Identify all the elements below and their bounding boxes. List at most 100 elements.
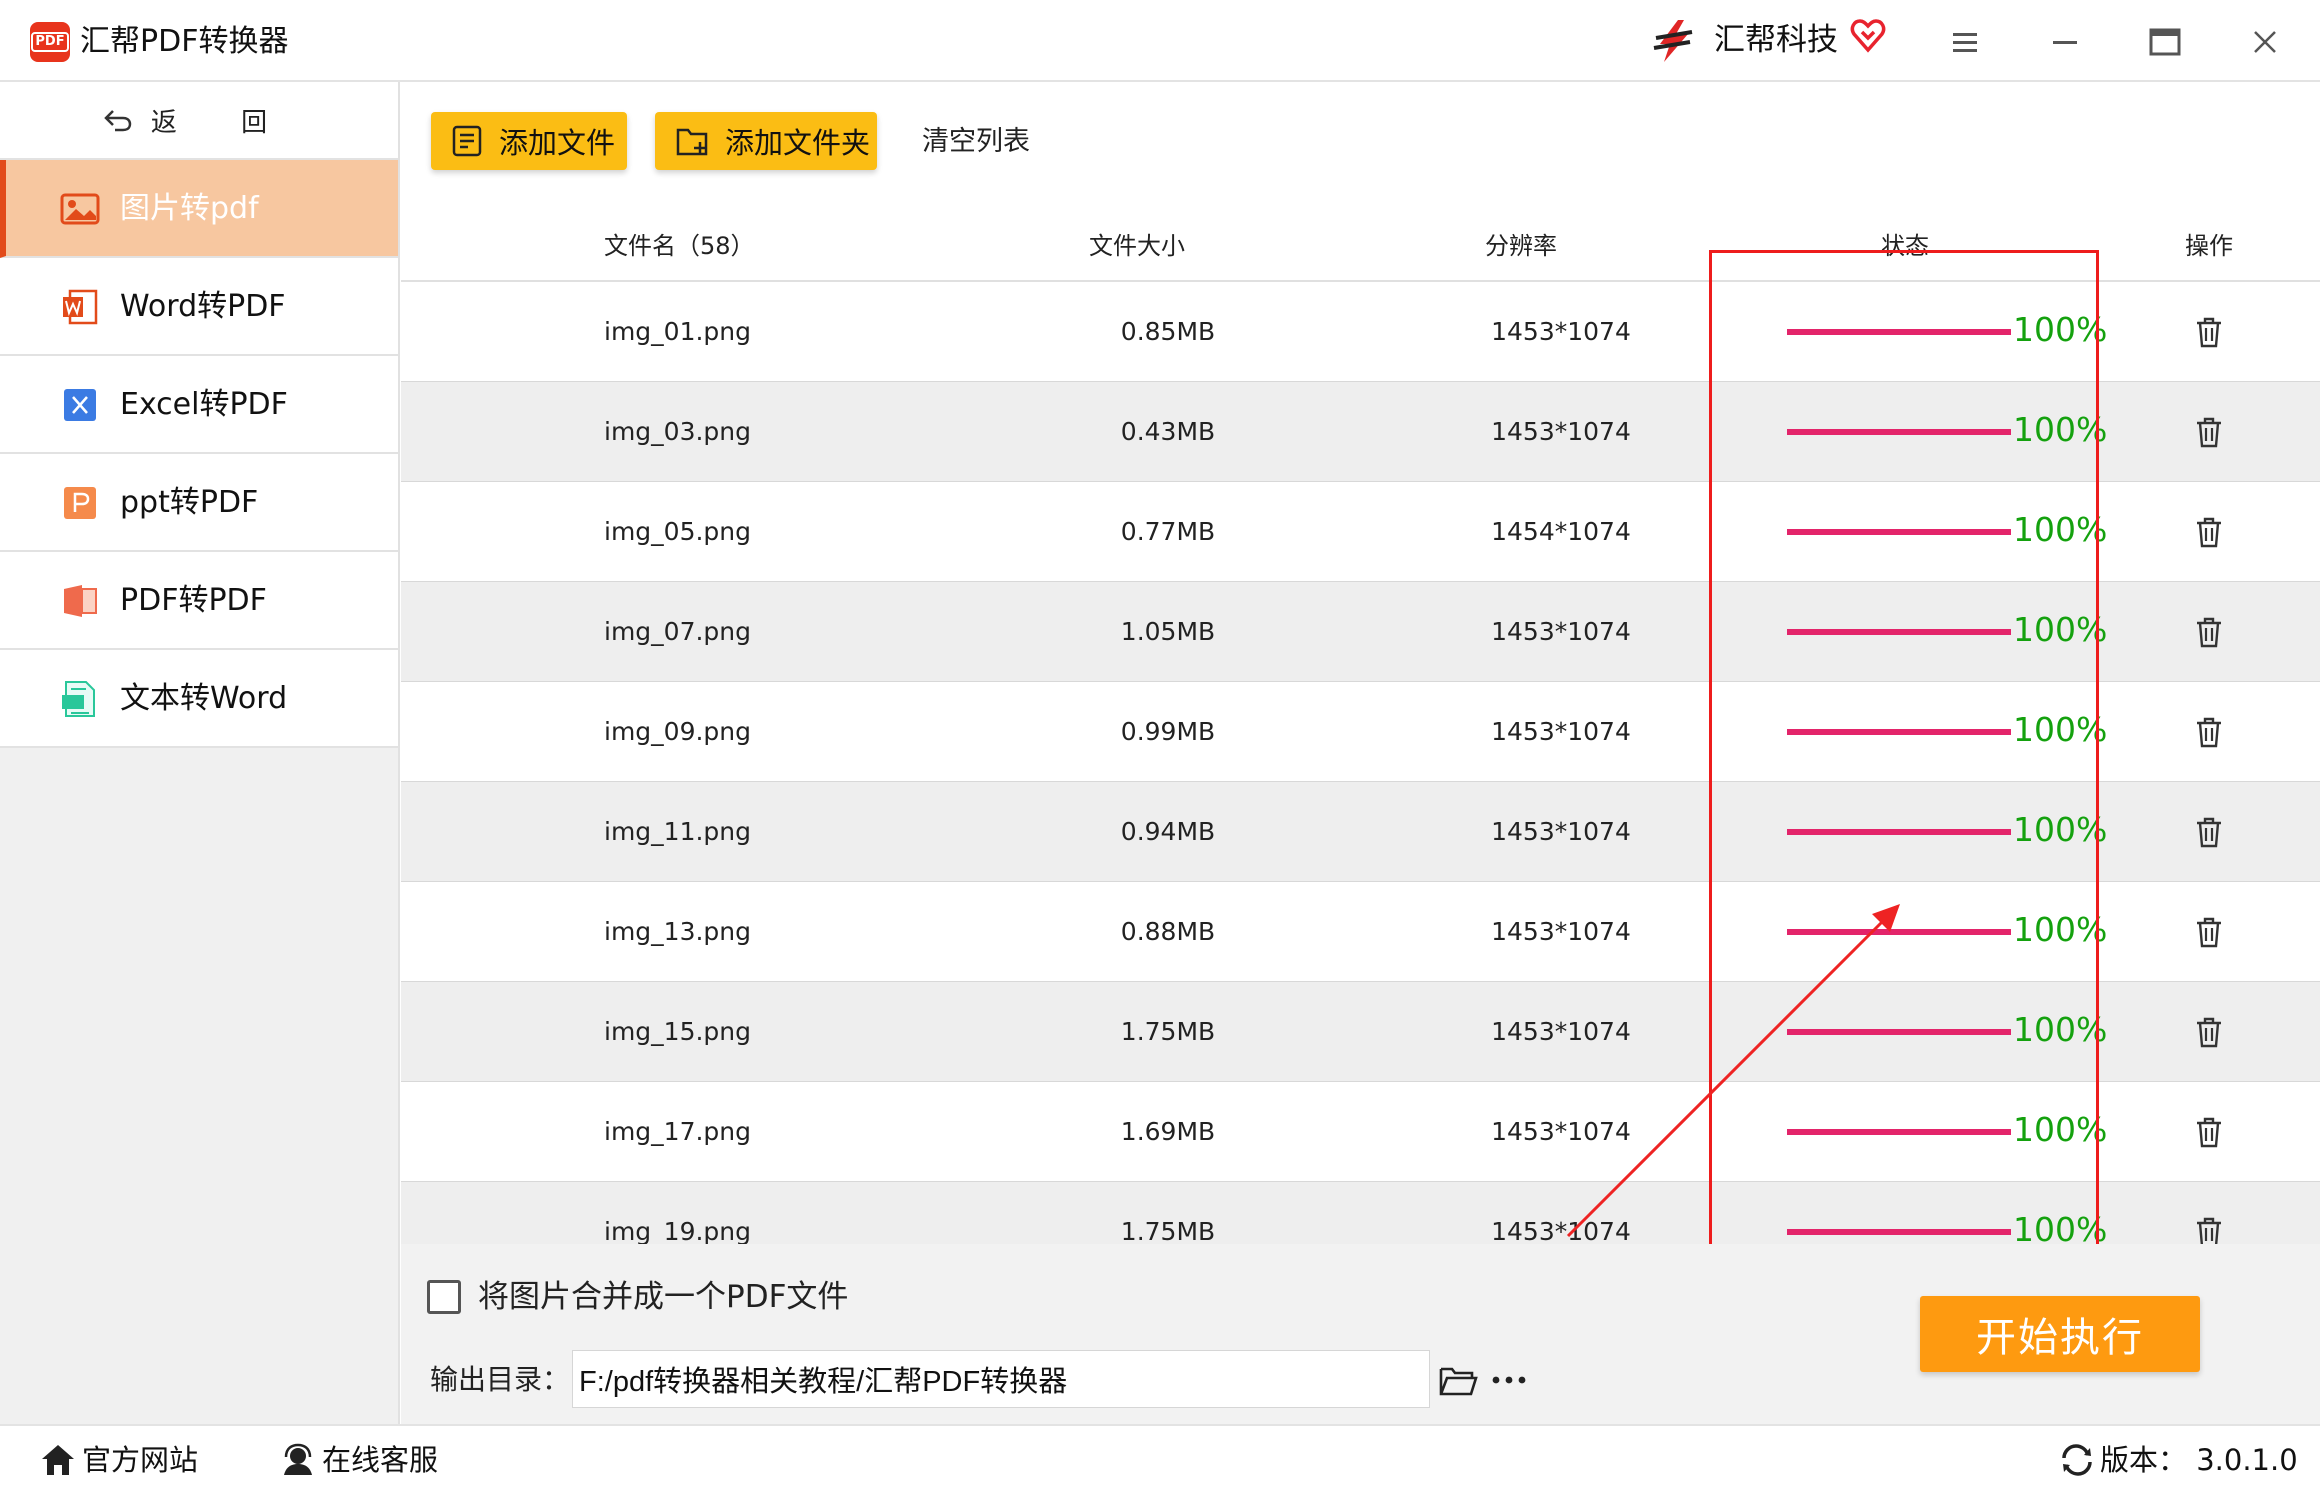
ppt-icon	[64, 487, 96, 519]
progress-fill	[1787, 629, 2011, 635]
progress-percent: 100%	[2013, 1010, 2108, 1049]
progress-percent: 100%	[2013, 910, 2108, 949]
cell-resolution: 1453*1074	[1491, 717, 1631, 746]
delete-icon[interactable]	[2191, 714, 2227, 750]
official-website-link[interactable]: 官方网站	[40, 1440, 198, 1480]
delete-icon[interactable]	[2191, 1214, 2227, 1244]
add-folder-button[interactable]: 添加文件夹	[655, 112, 877, 170]
cell-resolution: 1453*1074	[1491, 817, 1631, 846]
home-icon	[42, 1445, 74, 1475]
output-dir-input[interactable]	[572, 1350, 1430, 1408]
sidebar-item-text-to-word[interactable]: 文本转Word	[0, 650, 398, 748]
progress-bar	[1787, 429, 2011, 435]
cell-filesize: 1.75MB	[1120, 1217, 1216, 1244]
sidebar-item-word-to-pdf[interactable]: Word转PDF	[0, 258, 398, 356]
cell-filename: img_13.png	[604, 917, 752, 946]
online-support-link[interactable]: 在线客服	[280, 1440, 438, 1480]
sidebar-item-excel-to-pdf[interactable]: Excel转PDF	[0, 356, 398, 454]
table-header: 文件名（58） 文件大小 分辨率 状态 操作	[401, 208, 2320, 282]
progress-bar	[1787, 1229, 2011, 1235]
delete-icon[interactable]	[2191, 914, 2227, 950]
start-button[interactable]: 开始执行	[1920, 1296, 2200, 1372]
add-file-label: 添加文件	[499, 126, 616, 160]
progress-fill	[1787, 829, 2011, 835]
header-status: 状态	[1881, 232, 1929, 260]
back-button[interactable]: 返 回	[0, 82, 398, 160]
progress-percent: 100%	[2013, 1210, 2108, 1244]
cell-filename: img_15.png	[604, 1017, 752, 1046]
cell-filename: img_19.png	[604, 1217, 752, 1244]
sidebar-item-label: Excel转PDF	[120, 387, 288, 422]
vip-heart-icon[interactable]	[1850, 18, 1886, 54]
delete-icon[interactable]	[2191, 514, 2227, 550]
sidebar-item-image-to-pdf[interactable]: 图片转pdf	[0, 160, 398, 258]
progress-fill	[1787, 1129, 2011, 1135]
cell-filename: img_05.png	[604, 517, 752, 546]
browse-folder-icon[interactable]	[1438, 1360, 1478, 1400]
progress-bar	[1787, 329, 2011, 335]
sidebar-item-label: 图片转pdf	[120, 191, 259, 226]
progress-bar	[1787, 629, 2011, 635]
cell-filename: img_01.png	[604, 317, 752, 346]
cell-filesize: 1.05MB	[1120, 617, 1216, 646]
cell-filesize: 0.88MB	[1120, 917, 1216, 946]
progress-bar	[1787, 529, 2011, 535]
table-row: img_13.png 0.88MB 1453*1074 100%	[401, 882, 2320, 982]
cell-resolution: 1454*1074	[1491, 517, 1631, 546]
minimize-button[interactable]	[2040, 18, 2090, 66]
delete-icon[interactable]	[2191, 1114, 2227, 1150]
table-row: img_17.png 1.69MB 1453*1074 100%	[401, 1082, 2320, 1182]
cell-resolution: 1453*1074	[1491, 1117, 1631, 1146]
progress-percent: 100%	[2013, 410, 2108, 449]
close-icon	[2254, 31, 2276, 53]
version-check[interactable]: 版本： 3.0.1.0	[2060, 1440, 2298, 1480]
progress-fill	[1787, 729, 2011, 735]
back-label: 返 回	[150, 107, 296, 138]
add-file-button[interactable]: 添加文件	[431, 112, 627, 170]
sidebar-item-label: ppt转PDF	[120, 485, 259, 520]
table-row: img_07.png 1.05MB 1453*1074 100%	[401, 582, 2320, 682]
close-button[interactable]	[2240, 18, 2290, 66]
brand-logo-icon	[1653, 20, 1693, 62]
cell-filename: img_17.png	[604, 1117, 752, 1146]
add-folder-label: 添加文件夹	[725, 126, 871, 160]
delete-icon[interactable]	[2191, 414, 2227, 450]
back-arrow-icon	[104, 110, 132, 132]
add-file-icon	[452, 125, 482, 157]
progress-bar	[1787, 1129, 2011, 1135]
progress-fill	[1787, 929, 2011, 935]
more-options-icon[interactable]	[1490, 1372, 1530, 1388]
app-logo-text: PDF	[31, 32, 69, 52]
cell-filename: img_03.png	[604, 417, 752, 446]
cell-resolution: 1453*1074	[1491, 617, 1631, 646]
table-row: img_19.png 1.75MB 1453*1074 100%	[401, 1182, 2320, 1244]
delete-icon[interactable]	[2191, 814, 2227, 850]
cell-filename: img_11.png	[604, 817, 752, 846]
title-bar: PDF 汇帮PDF转换器 汇帮科技	[0, 0, 2320, 82]
cell-filesize: 1.69MB	[1120, 1117, 1216, 1146]
delete-icon[interactable]	[2191, 314, 2227, 350]
maximize-button[interactable]	[2140, 18, 2190, 66]
progress-fill	[1787, 529, 2011, 535]
merge-checkbox[interactable]	[427, 1280, 461, 1314]
excel-icon	[64, 389, 96, 421]
menu-button[interactable]	[1940, 18, 1990, 66]
progress-bar	[1787, 1029, 2011, 1035]
sidebar-item-ppt-to-pdf[interactable]: ppt转PDF	[0, 454, 398, 552]
table-row: img_09.png 0.99MB 1453*1074 100%	[401, 682, 2320, 782]
delete-icon[interactable]	[2191, 1014, 2227, 1050]
cell-resolution: 1453*1074	[1491, 1017, 1631, 1046]
sidebar-item-label: Word转PDF	[120, 289, 286, 324]
brand-name: 汇帮科技	[1714, 22, 1838, 58]
cell-filesize: 0.99MB	[1120, 717, 1216, 746]
support-headset-icon	[284, 1443, 312, 1475]
delete-icon[interactable]	[2191, 614, 2227, 650]
progress-fill	[1787, 429, 2011, 435]
progress-percent: 100%	[2013, 310, 2108, 349]
cell-resolution: 1453*1074	[1491, 417, 1631, 446]
progress-percent: 100%	[2013, 510, 2108, 549]
cell-resolution: 1453*1074	[1491, 917, 1631, 946]
clear-list-button[interactable]: 清空列表	[922, 120, 1030, 164]
sidebar-item-pdf-to-pdf[interactable]: PDF转PDF	[0, 552, 398, 650]
sidebar: 返 回 图片转pdf Word转PDF Excel转PDF ppt转PDF PD…	[0, 82, 400, 1424]
